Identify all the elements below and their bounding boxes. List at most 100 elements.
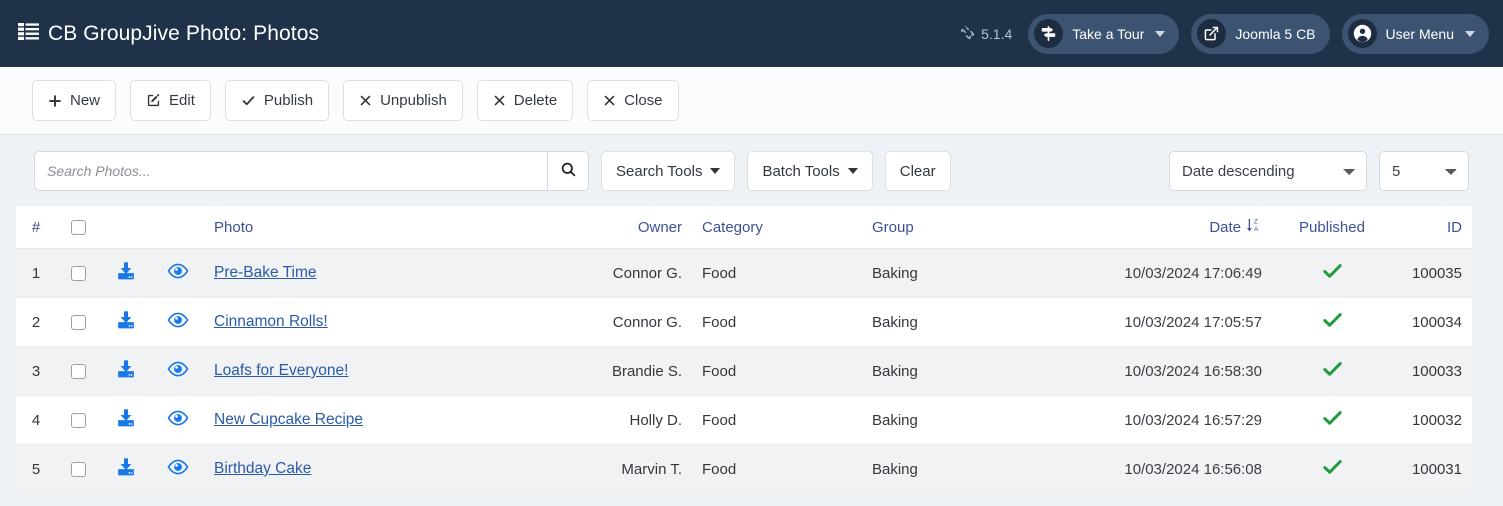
sort-photo-link[interactable]: Photo xyxy=(214,219,253,236)
row-number: 1 xyxy=(16,248,56,298)
publish-button[interactable]: Publish xyxy=(224,80,330,121)
chevron-down-icon xyxy=(1465,30,1475,37)
published-check-icon[interactable] xyxy=(1322,409,1343,431)
search-tools-button[interactable]: Search Tools xyxy=(601,151,736,191)
preview-button[interactable] xyxy=(167,312,189,331)
delete-button[interactable]: Delete xyxy=(476,80,574,121)
row-id: 100033 xyxy=(1392,346,1472,396)
row-category: Food xyxy=(692,248,862,298)
sort-group-link[interactable]: Group xyxy=(872,219,914,236)
row-category: Food xyxy=(692,395,862,445)
row-group: Baking xyxy=(862,297,1042,347)
take-a-tour-button[interactable]: Take a Tour xyxy=(1028,13,1180,54)
sort-date-label: Date xyxy=(1209,218,1241,236)
row-download-cell xyxy=(100,444,152,494)
caret-down-icon xyxy=(847,168,858,174)
photos-table-container: # Photo Owner Category Group Date Z A Pu… xyxy=(16,206,1472,494)
batch-tools-button[interactable]: Batch Tools xyxy=(747,151,873,191)
clear-button[interactable]: Clear xyxy=(884,151,951,191)
photo-title-link[interactable]: Pre-Bake Time xyxy=(214,264,317,281)
joomla-5-cb-button[interactable]: Joomla 5 CB xyxy=(1191,13,1330,54)
photo-title-link[interactable]: Loafs for Everyone! xyxy=(214,362,348,379)
row-published-cell xyxy=(1272,346,1392,396)
row-date: 10/03/2024 16:58:30 xyxy=(1042,346,1272,396)
preview-button[interactable] xyxy=(167,410,189,429)
list-limit-select[interactable]: 5 xyxy=(1379,151,1469,191)
filter-bar: Search Tools Batch Tools Clear Date desc… xyxy=(16,151,1487,191)
download-button[interactable] xyxy=(116,359,136,382)
published-check-icon[interactable] xyxy=(1322,360,1343,382)
x-icon xyxy=(359,94,372,107)
signpost-icon xyxy=(1034,19,1064,48)
edit-label: Edit xyxy=(169,92,195,109)
user-menu-button[interactable]: User Menu xyxy=(1341,13,1489,54)
row-select-cell xyxy=(56,297,100,347)
search-input[interactable] xyxy=(34,151,547,191)
download-button[interactable] xyxy=(116,310,136,333)
photo-title-link[interactable]: Birthday Cake xyxy=(214,460,311,477)
column-header-download xyxy=(100,206,152,249)
sort-id-link[interactable]: ID xyxy=(1447,219,1462,236)
column-header-photo[interactable]: Photo xyxy=(204,206,534,249)
publish-label: Publish xyxy=(263,92,314,109)
sort-category-link[interactable]: Category xyxy=(702,219,763,236)
published-check-icon[interactable] xyxy=(1322,262,1343,284)
row-group: Baking xyxy=(862,346,1042,396)
row-owner: Holly D. xyxy=(534,395,692,445)
user-menu-label: User Menu xyxy=(1385,25,1454,42)
sort-date-link[interactable]: Date Z A xyxy=(1209,217,1262,237)
search-submit-button[interactable] xyxy=(547,151,589,191)
app-header: CB GroupJive Photo: Photos 5.1.4 Take a … xyxy=(0,0,1503,67)
row-photo-cell: Birthday Cake xyxy=(204,444,534,494)
sort-published-link[interactable]: Published xyxy=(1299,219,1365,236)
preview-button[interactable] xyxy=(167,263,189,282)
row-select-checkbox[interactable] xyxy=(70,266,86,282)
download-button[interactable] xyxy=(116,261,136,284)
table-row: 1 Pre-Bake Time Connor G. Food Baking 10/03/2… xyxy=(16,248,1472,298)
row-number: 2 xyxy=(16,297,56,347)
preview-button[interactable] xyxy=(167,459,189,478)
row-number: 3 xyxy=(16,346,56,396)
sort-order-select[interactable]: Date descending xyxy=(1169,151,1367,191)
sort-owner-link[interactable]: Owner xyxy=(638,219,682,236)
column-header-date[interactable]: Date Z A xyxy=(1042,206,1272,249)
edit-button[interactable]: Edit xyxy=(130,80,211,121)
column-header-id[interactable]: ID xyxy=(1392,206,1472,249)
download-button[interactable] xyxy=(116,408,136,431)
page-body: Search Tools Batch Tools Clear Date desc… xyxy=(0,135,1503,494)
table-row: 5 Birthday Cake Marvin T. Food Baking 10/03/2… xyxy=(16,444,1472,494)
joomla-logo-icon xyxy=(960,25,975,43)
unpublish-button[interactable]: Unpublish xyxy=(343,80,463,121)
row-select-checkbox[interactable] xyxy=(70,413,86,429)
select-all-checkbox[interactable] xyxy=(70,220,86,236)
row-download-cell xyxy=(100,248,152,298)
preview-button[interactable] xyxy=(167,361,189,380)
published-check-icon[interactable] xyxy=(1322,458,1343,480)
row-id: 100032 xyxy=(1392,395,1472,445)
row-photo-cell: New Cupcake Recipe xyxy=(204,395,534,445)
row-download-cell xyxy=(100,297,152,347)
row-select-checkbox[interactable] xyxy=(70,315,86,331)
row-owner: Connor G. xyxy=(534,248,692,298)
new-button[interactable]: New xyxy=(32,80,117,121)
column-header-group[interactable]: Group xyxy=(862,206,1042,249)
external-link-icon xyxy=(1197,19,1227,48)
column-header-category[interactable]: Category xyxy=(692,206,862,249)
published-check-icon[interactable] xyxy=(1322,311,1343,333)
row-select-checkbox[interactable] xyxy=(70,364,86,380)
table-header-row: # Photo Owner Category Group Date Z A Pu… xyxy=(16,206,1472,249)
clear-label: Clear xyxy=(899,162,936,180)
row-select-checkbox[interactable] xyxy=(70,462,86,478)
download-button[interactable] xyxy=(116,457,136,480)
column-header-published[interactable]: Published xyxy=(1272,206,1392,249)
table-head: # Photo Owner Category Group Date Z A Pu… xyxy=(16,206,1472,249)
close-button[interactable]: Close xyxy=(587,80,679,121)
delete-label: Delete xyxy=(513,92,558,109)
search-icon xyxy=(560,161,577,181)
photo-title-link[interactable]: New Cupcake Recipe xyxy=(214,411,363,428)
column-header-owner[interactable]: Owner xyxy=(534,206,692,249)
photo-title-link[interactable]: Cinnamon Rolls! xyxy=(214,313,328,330)
joomla-version: 5.1.4 xyxy=(960,25,1012,43)
check-icon xyxy=(241,93,256,108)
row-category: Food xyxy=(692,297,862,347)
